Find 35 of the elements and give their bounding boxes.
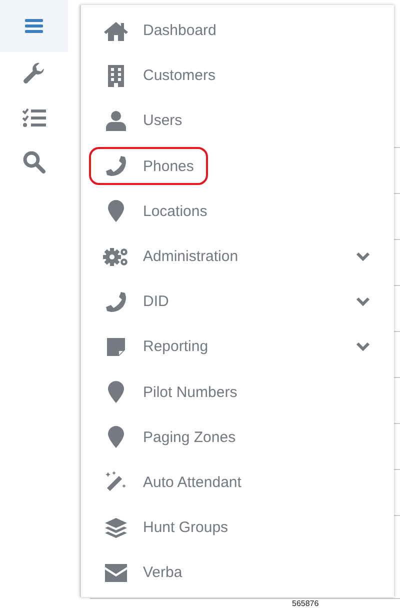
- menu-item[interactable]: Administration: [81, 234, 394, 280]
- layers-icon: [105, 518, 127, 538]
- chevron-down-icon: [356, 297, 370, 306]
- chevron-down-icon: [356, 252, 370, 262]
- menu-item[interactable]: Locations: [81, 188, 394, 234]
- menu-item[interactable]: Phones: [81, 144, 394, 189]
- note-icon: [107, 338, 125, 356]
- magic-wand-icon: [105, 471, 127, 494]
- table-cell: 565876: [292, 600, 319, 608]
- menu-icon: [25, 18, 43, 34]
- phone-icon: [105, 155, 127, 178]
- menu-item[interactable]: Paging Zones: [81, 414, 394, 460]
- envelope-icon: [105, 564, 127, 582]
- menu-item[interactable]: Users: [81, 98, 394, 144]
- menu-item[interactable]: DID: [81, 279, 394, 324]
- menu-item[interactable]: Customers: [81, 53, 394, 98]
- building-icon: [107, 64, 125, 87]
- wrench-icon: [22, 62, 46, 86]
- chevron-down-icon: [356, 342, 370, 352]
- home-icon: [104, 20, 128, 41]
- search-icon: [22, 150, 46, 174]
- checklist-icon: [22, 108, 46, 128]
- menu-item[interactable]: Verba: [81, 550, 394, 596]
- menu-item[interactable]: Dashboard: [81, 8, 394, 54]
- location-pin-icon: [108, 200, 124, 222]
- gears-icon: [103, 246, 129, 267]
- phone-icon: [105, 290, 127, 313]
- location-pin-icon: [108, 426, 124, 448]
- location-pin-icon: [108, 381, 124, 404]
- user-icon: [106, 110, 126, 131]
- sidebar-item[interactable]: [0, 0, 68, 52]
- menu-item[interactable]: Hunt Groups: [81, 505, 394, 550]
- menu-item[interactable]: Auto Attendant: [81, 460, 394, 506]
- menu-item[interactable]: Pilot Numbers: [81, 370, 394, 415]
- menu-item[interactable]: Reporting: [81, 324, 394, 370]
